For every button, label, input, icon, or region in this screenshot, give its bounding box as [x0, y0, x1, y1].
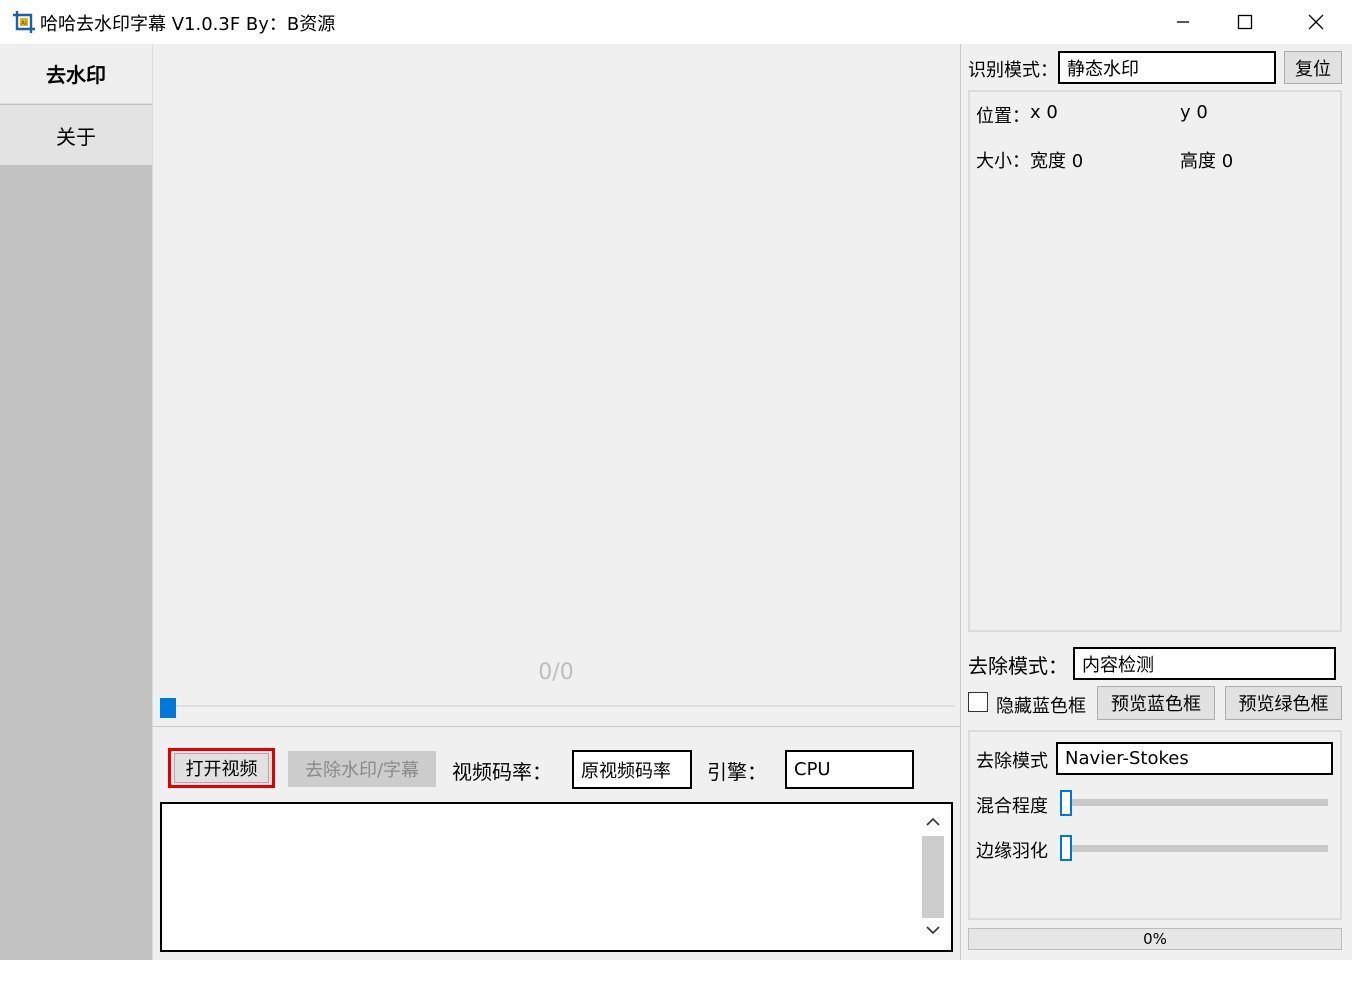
crop-app-icon: AI [13, 11, 35, 33]
algorithm-label: 去除模式 [976, 751, 1048, 772]
sidebar-item-watermark[interactable]: 去水印 [0, 44, 152, 104]
algorithm-select[interactable]: Navier-Stokes [1056, 742, 1333, 775]
close-icon [1308, 14, 1324, 30]
remove-mode-select[interactable]: 内容检测 [1073, 647, 1336, 680]
position-y-value: y 0 [1180, 102, 1208, 123]
window-title: 哈哈去水印字幕 V1.0.3F By：B资源 [40, 14, 336, 35]
blend-label: 混合程度 [976, 796, 1048, 817]
sidebar [0, 44, 152, 960]
log-scrollbar-thumb[interactable] [922, 836, 944, 918]
blend-slider-handle[interactable] [1060, 790, 1072, 816]
reset-button[interactable]: 复位 [1284, 51, 1342, 84]
position-label: 位置： [976, 106, 1030, 127]
scroll-down-icon[interactable] [925, 924, 941, 936]
preview-green-box-button[interactable]: 预览绿色框 [1225, 686, 1342, 720]
bitrate-select[interactable]: 原视频码率 [572, 750, 692, 789]
progress-bar: 0% [968, 928, 1342, 950]
size-label: 大小： [976, 151, 1030, 172]
video-preview[interactable] [152, 44, 960, 726]
close-button[interactable] [1281, 0, 1351, 44]
open-video-button-highlight[interactable]: 打开视频 [168, 748, 275, 788]
engine-label: 引擎： [707, 760, 767, 784]
size-height-value: 高度 0 [1180, 151, 1234, 172]
svg-text:AI: AI [21, 20, 27, 27]
remove-watermark-button[interactable]: 去除水印/字幕 [288, 751, 436, 787]
seek-slider-handle[interactable] [160, 698, 176, 718]
log-textarea[interactable] [160, 802, 953, 952]
size-width-value: 宽度 0 [1030, 151, 1084, 172]
feather-slider-track[interactable] [1066, 845, 1328, 852]
position-x-value: x 0 [1030, 102, 1058, 123]
preview-blue-box-button[interactable]: 预览蓝色框 [1097, 686, 1215, 720]
open-video-button[interactable]: 打开视频 [174, 753, 269, 783]
blend-slider-track[interactable] [1066, 799, 1328, 806]
minimize-icon [1177, 21, 1189, 23]
remove-mode-label: 去除模式： [968, 654, 1068, 678]
feather-label: 边缘羽化 [976, 841, 1048, 862]
feather-slider-handle[interactable] [1060, 835, 1072, 861]
detect-mode-select[interactable]: 静态水印 [1058, 51, 1276, 84]
seek-slider-track[interactable] [160, 705, 955, 707]
detect-mode-label: 识别模式： [968, 60, 1058, 81]
hide-blue-box-checkbox[interactable] [968, 692, 988, 712]
frame-counter: 0/0 [538, 660, 574, 685]
hide-blue-box-label[interactable]: 隐藏蓝色框 [996, 692, 1086, 718]
maximize-icon [1237, 14, 1253, 30]
scroll-up-icon[interactable] [925, 816, 941, 828]
engine-select[interactable]: CPU [785, 750, 914, 789]
minimize-button[interactable] [1148, 0, 1218, 44]
sidebar-item-about[interactable]: 关于 [0, 105, 152, 165]
bitrate-label: 视频码率： [452, 760, 552, 784]
maximize-button[interactable] [1210, 0, 1280, 44]
title-bar[interactable]: AI 哈哈去水印字幕 V1.0.3F By：B资源 [0, 0, 1352, 44]
